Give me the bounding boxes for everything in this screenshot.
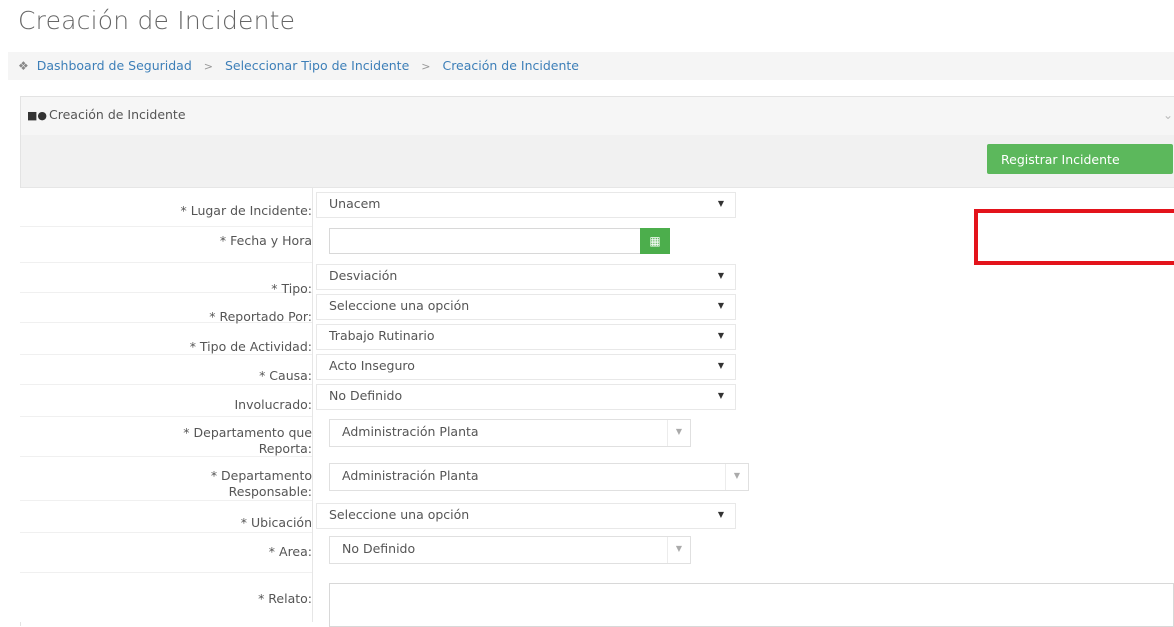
label-ubicacion: * Ubicación bbox=[240, 515, 312, 530]
row-divider bbox=[20, 384, 312, 385]
breadcrumb-link-dashboard[interactable]: Dashboard de Seguridad bbox=[37, 58, 192, 73]
reportado-select[interactable]: Seleccione una opción ▼ bbox=[316, 294, 736, 320]
label-reportado: * Reportado Por: bbox=[209, 309, 312, 324]
breadcrumb: ❖ Dashboard de Seguridad > Seleccionar T… bbox=[8, 52, 1174, 80]
dropdown-arrow-icon: ▼ bbox=[667, 537, 690, 563]
label-actividad: * Tipo de Actividad: bbox=[189, 339, 312, 354]
depto-resp-select[interactable]: Administración Planta ▼ bbox=[329, 463, 749, 491]
breadcrumb-link-tipo[interactable]: Seleccionar Tipo de Incidente bbox=[225, 58, 409, 73]
ubicacion-value: Seleccione una opción bbox=[329, 507, 470, 522]
reportado-value: Seleccione una opción bbox=[329, 298, 470, 313]
row-divider bbox=[20, 500, 312, 501]
ubicacion-select[interactable]: Seleccione una opción ▼ bbox=[316, 503, 736, 529]
relato-textarea[interactable] bbox=[329, 583, 1174, 627]
row-divider bbox=[20, 292, 312, 293]
dropdown-arrow-icon: ▼ bbox=[717, 271, 724, 280]
fecha-input[interactable] bbox=[329, 228, 669, 254]
causa-select[interactable]: Acto Inseguro ▼ bbox=[316, 354, 736, 380]
register-incident-button[interactable]: Registrar Incidente bbox=[987, 144, 1173, 174]
home-icon: ❖ bbox=[18, 59, 29, 73]
breadcrumb-current[interactable]: Creación de Incidente bbox=[442, 58, 579, 73]
actividad-select[interactable]: Trabajo Rutinario ▼ bbox=[316, 324, 736, 350]
dropdown-arrow-icon: ▼ bbox=[717, 391, 724, 400]
area-select[interactable]: No Definido ▼ bbox=[329, 536, 691, 564]
row-divider bbox=[20, 532, 312, 533]
label-depto-reporta-2: Reporta: bbox=[258, 441, 312, 456]
depto-resp-value: Administración Planta bbox=[342, 468, 479, 483]
breadcrumb-separator: > bbox=[203, 60, 213, 73]
label-area: * Area: bbox=[268, 544, 312, 559]
dropdown-arrow-icon: ▼ bbox=[717, 361, 724, 370]
lugar-select[interactable]: Unacem ▼ bbox=[316, 192, 736, 218]
panel-header: ■● Creación de Incidente ⌄ bbox=[21, 96, 1174, 136]
actividad-value: Trabajo Rutinario bbox=[329, 328, 435, 343]
label-tipo: * Tipo: bbox=[271, 281, 312, 296]
label-depto-reporta-1: * Departamento que bbox=[183, 425, 312, 440]
row-divider bbox=[20, 226, 312, 227]
page-title: Creación de Incidente bbox=[18, 6, 296, 35]
collapse-chevron-icon[interactable]: ⌄ bbox=[1163, 97, 1173, 133]
dropdown-arrow-icon: ▼ bbox=[717, 199, 724, 208]
row-divider bbox=[20, 262, 312, 263]
label-fecha: * Fecha y Hora bbox=[219, 233, 312, 248]
label-depto-resp-2: Responsable: bbox=[228, 484, 312, 499]
depto-reporta-select[interactable]: Administración Planta ▼ bbox=[329, 419, 691, 447]
involucrado-value: No Definido bbox=[329, 388, 403, 403]
label-lugar: * Lugar de Incidente: bbox=[180, 203, 312, 218]
row-divider bbox=[20, 416, 312, 417]
dropdown-arrow-icon: ▼ bbox=[717, 301, 724, 310]
label-depto-resp-1: * Departamento bbox=[210, 468, 312, 483]
dropdown-arrow-icon: ▼ bbox=[667, 420, 690, 446]
dropdown-arrow-icon: ▼ bbox=[717, 331, 724, 340]
calendar-icon[interactable]: ▦ bbox=[640, 228, 670, 254]
tipo-select[interactable]: Desviación ▼ bbox=[316, 264, 736, 290]
panel-title: Creación de Incidente bbox=[49, 107, 186, 122]
area-value: No Definido bbox=[342, 541, 416, 556]
depto-reporta-value: Administración Planta bbox=[342, 424, 479, 439]
row-divider bbox=[20, 572, 312, 573]
label-relato: * Relato: bbox=[258, 591, 312, 606]
dropdown-arrow-icon: ▼ bbox=[725, 464, 748, 490]
label-involucrado: Involucrado: bbox=[234, 397, 312, 412]
highlight-annotation-box bbox=[974, 209, 1174, 265]
panel-toolbar: Registrar Incidente bbox=[21, 135, 1174, 188]
comments-icon: ■● bbox=[27, 109, 47, 122]
label-causa: * Causa: bbox=[259, 368, 312, 383]
involucrado-select[interactable]: No Definido ▼ bbox=[316, 384, 736, 410]
tipo-value: Desviación bbox=[329, 268, 398, 283]
causa-value: Acto Inseguro bbox=[329, 358, 415, 373]
lugar-value: Unacem bbox=[329, 196, 381, 211]
breadcrumb-separator: > bbox=[421, 60, 431, 73]
dropdown-arrow-icon: ▼ bbox=[717, 510, 724, 519]
